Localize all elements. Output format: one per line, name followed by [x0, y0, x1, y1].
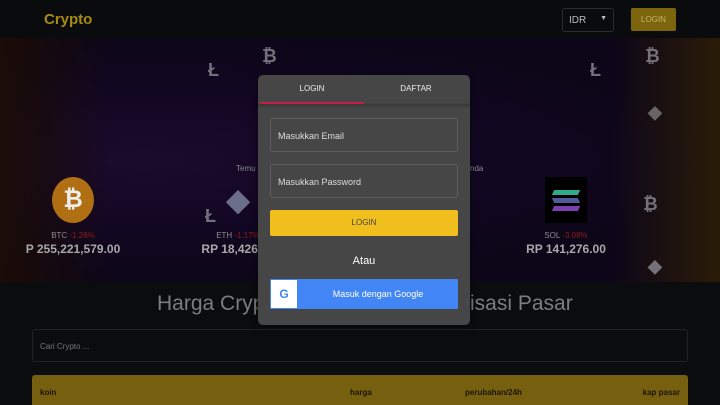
binance-icon: ◆ — [648, 102, 662, 122]
bitcoin-icon: ₿ — [645, 46, 660, 66]
hero-text-fragment: Temu — [236, 164, 256, 173]
navbar: Crypto IDR ▼ LOGIN — [0, 0, 720, 38]
coin-symbol: SOL — [544, 231, 561, 240]
nav-login-button[interactable]: LOGIN — [631, 8, 676, 31]
currency-value: IDR — [569, 15, 587, 26]
tab-login[interactable]: LOGIN — [260, 75, 364, 104]
bitcoin-icon: ₿ — [262, 46, 277, 66]
ethereum-icon: ◆ — [226, 183, 250, 217]
coin-price: P 255,221,579.00 — [25, 242, 121, 256]
coin-card-sol[interactable]: SOL -3.08% RP 141,276.00 — [496, 177, 636, 256]
email-input[interactable]: Masukkan Email — [270, 118, 458, 152]
coin-symbol: BTC — [51, 231, 68, 240]
table-header: koin harga perubahan/24h kap pasar — [32, 375, 688, 405]
column-header[interactable]: harga — [350, 388, 372, 397]
column-header[interactable]: koin — [40, 388, 56, 397]
column-header[interactable]: kap pasar — [643, 388, 680, 397]
litecoin-icon: Ł — [590, 60, 601, 80]
bitcoin-icon: ₿ — [643, 194, 658, 214]
coin-change: -3.08% — [562, 231, 588, 240]
search-input[interactable]: Cari Crypto ... — [32, 329, 688, 362]
coin-price: RP 141,276.00 — [526, 242, 606, 256]
coin-change: -1.17% — [234, 231, 260, 240]
litecoin-icon: Ł — [208, 60, 219, 80]
google-login-button[interactable]: G Masuk dengan Google — [270, 279, 458, 309]
column-header[interactable]: perubahan/24h — [465, 388, 522, 397]
binance-icon: ◆ — [648, 256, 662, 276]
or-divider-text: Atau — [352, 255, 376, 267]
hero-text-fragment: nda — [470, 164, 484, 173]
password-input[interactable]: Masukkan Password — [270, 164, 458, 198]
login-button[interactable]: LOGIN — [270, 210, 458, 236]
login-modal: LOGIN DAFTAR Masukkan Email Masukkan Pas… — [258, 75, 470, 325]
coin-change: -1.28% — [69, 231, 95, 240]
google-login-label: Masuk dengan Google — [332, 289, 424, 299]
page-heading: Harga Cryp — [157, 292, 265, 315]
page-heading: isasi Pasar — [470, 292, 573, 315]
tab-daftar[interactable]: DAFTAR — [364, 75, 468, 104]
bitcoin-icon: ₿ — [52, 177, 94, 223]
divider — [258, 104, 470, 105]
google-icon: G — [271, 280, 297, 308]
coin-symbol: ETH — [216, 231, 233, 240]
coin-card-btc[interactable]: ₿ BTC -1.28% P 255,221,579.00 — [3, 177, 143, 256]
chevron-down-icon: ▼ — [600, 15, 607, 22]
logo[interactable]: Crypto — [44, 11, 92, 28]
currency-select[interactable]: IDR ▼ — [562, 8, 614, 32]
solana-icon — [545, 177, 587, 223]
